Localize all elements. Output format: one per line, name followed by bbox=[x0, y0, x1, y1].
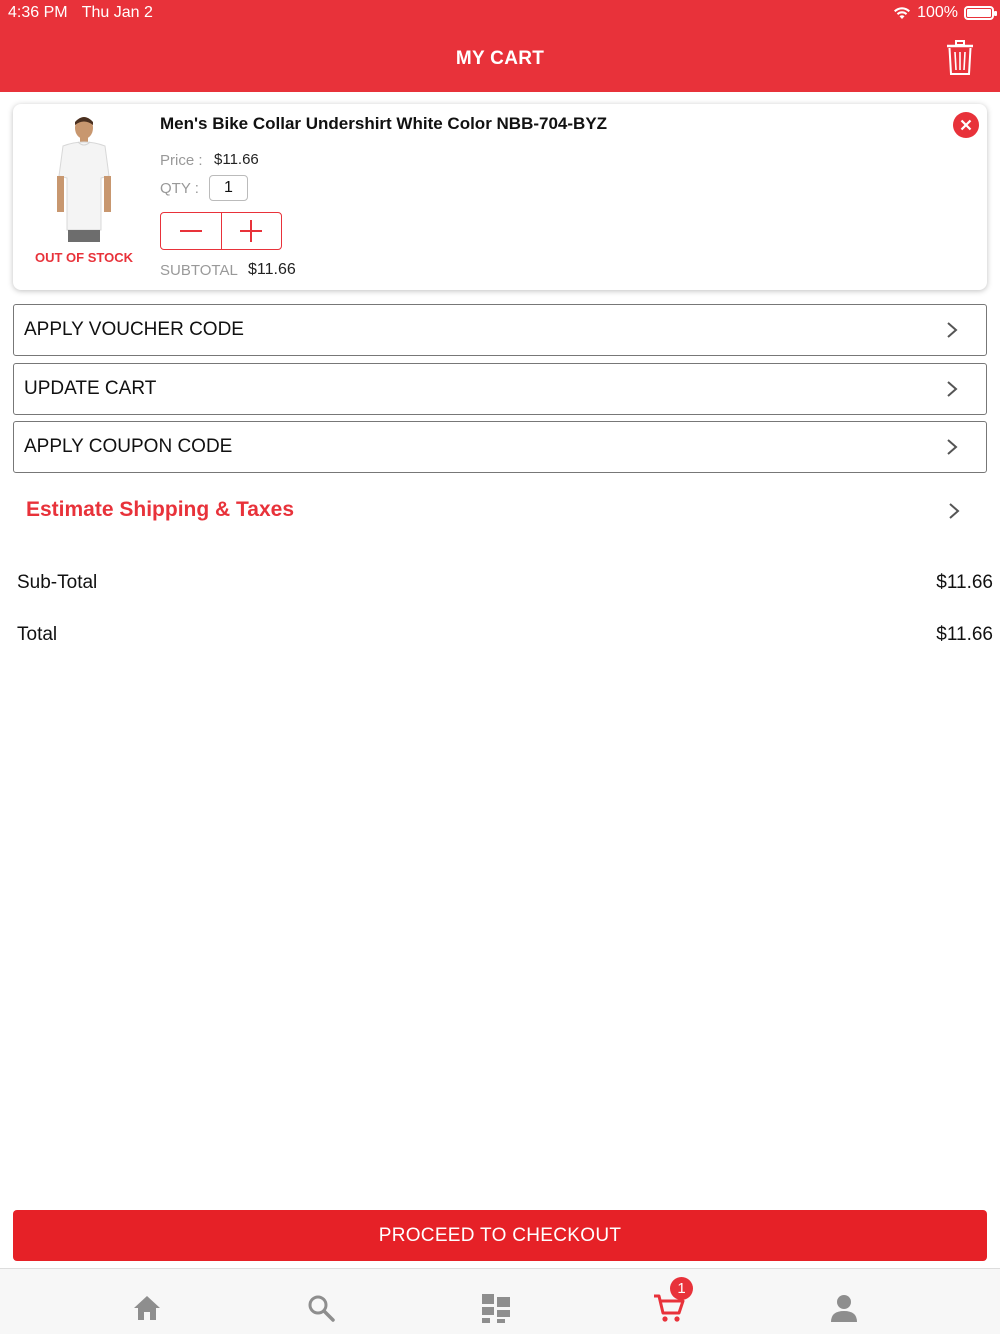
quantity-stepper bbox=[160, 212, 282, 250]
item-subtotal-label: SUBTOTAL bbox=[160, 262, 238, 279]
price-label: Price : bbox=[160, 152, 203, 169]
header-bar: 4:36 PM Thu Jan 2 100% MY CART bbox=[0, 0, 1000, 92]
qty-label: QTY : bbox=[160, 180, 199, 197]
search-icon bbox=[308, 1295, 335, 1322]
chevron-right-icon bbox=[947, 381, 958, 397]
tab-account[interactable] bbox=[827, 1291, 861, 1325]
subtotal-row: Sub-Total $11.66 bbox=[17, 572, 993, 594]
status-bar-right: 100% bbox=[893, 4, 997, 22]
increment-button[interactable] bbox=[220, 213, 282, 249]
remove-item-button[interactable] bbox=[953, 112, 979, 138]
plus-icon bbox=[240, 220, 263, 242]
decrement-button[interactable] bbox=[161, 213, 221, 249]
chevron-right-icon[interactable] bbox=[948, 502, 960, 520]
qty-field[interactable]: 1 bbox=[209, 175, 248, 201]
out-of-stock-label: OUT OF STOCK bbox=[35, 250, 133, 265]
account-icon bbox=[831, 1295, 857, 1322]
apply-coupon-label: APPLY COUPON CODE bbox=[24, 436, 233, 457]
home-icon bbox=[134, 1296, 160, 1320]
proceed-to-checkout-button[interactable]: PROCEED TO CHECKOUT bbox=[13, 1210, 987, 1261]
close-icon bbox=[960, 119, 972, 131]
item-subtotal-value: $11.66 bbox=[248, 261, 296, 278]
cart-badge: 1 bbox=[670, 1277, 693, 1300]
battery-percent: 100% bbox=[917, 4, 958, 21]
status-date: Thu Jan 2 bbox=[81, 4, 153, 21]
update-cart-button[interactable]: UPDATE CART bbox=[13, 363, 987, 415]
categories-icon bbox=[482, 1294, 510, 1323]
minus-icon bbox=[179, 230, 202, 232]
battery-icon bbox=[964, 6, 997, 20]
total-row: Total $11.66 bbox=[17, 624, 993, 646]
total-label: Total bbox=[17, 624, 58, 645]
estimate-shipping-link[interactable]: Estimate Shipping & Taxes bbox=[26, 498, 294, 522]
chevron-right-icon bbox=[947, 439, 958, 455]
subtotal-label: Sub-Total bbox=[17, 572, 98, 593]
cart-item-card: OUT OF STOCK Men's Bike Collar Undershir… bbox=[13, 104, 987, 290]
product-title[interactable]: Men's Bike Collar Undershirt White Color… bbox=[160, 114, 607, 134]
trash-icon[interactable] bbox=[946, 40, 974, 76]
apply-voucher-label: APPLY VOUCHER CODE bbox=[24, 319, 244, 340]
tab-bar: 1 bbox=[0, 1268, 1000, 1334]
subtotal-value: $11.66 bbox=[936, 572, 993, 593]
wifi-icon bbox=[894, 7, 911, 19]
page-title: MY CART bbox=[455, 48, 545, 69]
price-value: $11.66 bbox=[214, 151, 259, 168]
total-value: $11.66 bbox=[936, 624, 993, 645]
apply-coupon-button[interactable]: APPLY COUPON CODE bbox=[13, 421, 987, 473]
update-cart-label: UPDATE CART bbox=[24, 378, 157, 399]
chevron-right-icon bbox=[947, 322, 958, 338]
product-image[interactable] bbox=[43, 112, 125, 242]
tab-home[interactable] bbox=[130, 1291, 164, 1325]
apply-voucher-button[interactable]: APPLY VOUCHER CODE bbox=[13, 304, 987, 356]
tab-search[interactable] bbox=[304, 1291, 338, 1325]
status-bar-left: 4:36 PM Thu Jan 2 bbox=[8, 4, 163, 22]
status-time: 4:36 PM bbox=[8, 4, 68, 21]
tab-categories[interactable] bbox=[479, 1291, 513, 1325]
